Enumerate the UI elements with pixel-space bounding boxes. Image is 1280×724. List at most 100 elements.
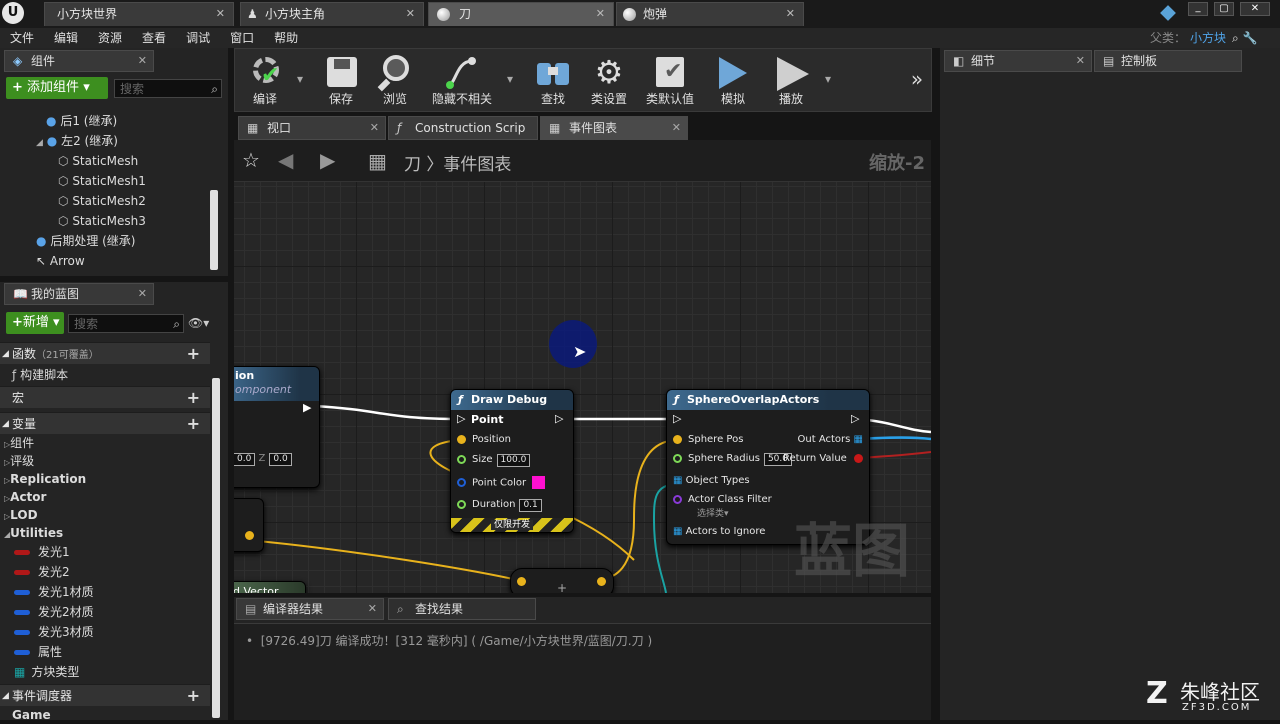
menu-edit[interactable]: 编辑 [44, 28, 88, 48]
eye-icon[interactable]: 👁▾ [188, 316, 209, 330]
play-options-dropdown[interactable]: ▾ [821, 49, 835, 111]
variable-item[interactable]: ▦ 方块类型 [0, 662, 210, 682]
point-color-pin[interactable]: Point Color [457, 476, 546, 489]
close-icon[interactable]: ✕ [216, 3, 225, 25]
actors-to-ignore-pin[interactable]: ▦ Actors to Ignore [673, 526, 765, 537]
size-input[interactable]: 100.0 [496, 454, 531, 467]
menu-window[interactable]: 窗口 [220, 28, 264, 48]
simulate-button[interactable]: 模拟 [705, 49, 761, 111]
blueprint-scrollbar[interactable] [212, 378, 220, 718]
components-scrollbar[interactable] [210, 190, 218, 270]
event-graph-canvas[interactable]: ☆ ◀ ▶ ▦ 刀 〉事件图表 缩放-2 ion omponent ▶ 0.0 Z… [234, 140, 931, 593]
exec-in-pin[interactable]: ▷ [673, 412, 681, 425]
x-value-input[interactable]: 0.0 [234, 453, 256, 466]
blueprint-search-input[interactable]: 搜索 ⌕ [68, 314, 184, 333]
collapse-arrow-icon[interactable]: ◢ [2, 685, 9, 707]
tree-item[interactable]: ⬡ StaticMesh3 [4, 211, 210, 231]
exec-out-pin[interactable]: ▶ [303, 401, 311, 414]
menu-view[interactable]: 查看 [132, 28, 176, 48]
menu-help[interactable]: 帮助 [264, 28, 308, 48]
select-class-dropdown[interactable]: 选择类▾ [697, 506, 729, 519]
actor-class-filter-pin[interactable]: Actor Class Filter [673, 494, 772, 505]
dispatcher-category[interactable]: Game [0, 706, 210, 724]
hide-unrelated-dropdown[interactable]: ▾ [503, 49, 517, 111]
close-icon[interactable]: ✕ [596, 3, 605, 25]
duration-input[interactable]: 0.1 [519, 499, 542, 512]
expand-arrow-icon[interactable]: ◢ [36, 138, 43, 148]
category-rating[interactable]: ▷评级 [0, 452, 210, 470]
z-value-input[interactable]: 0.0 [269, 453, 292, 466]
partial-make-vector-node[interactable]: d Vector [234, 581, 306, 593]
compile-options-dropdown[interactable]: ▾ [293, 49, 307, 111]
tab-find-results[interactable]: ⌕ 查找结果 [388, 598, 536, 620]
variable-item[interactable]: 发光1 [0, 542, 210, 562]
tree-item[interactable]: ● 后期处理 (继承) [4, 231, 210, 251]
exec-in-pin[interactable]: ▷ [457, 412, 465, 425]
add-variable-button[interactable]: + [187, 413, 200, 435]
doc-tab-shell[interactable]: 炮弹 ✕ [616, 2, 804, 26]
class-defaults-button[interactable]: ✔ 类默认值 [639, 49, 701, 111]
tab-details[interactable]: ◧ 细节 ✕ [944, 50, 1092, 72]
color-swatch[interactable] [532, 476, 546, 489]
play-button[interactable]: 播放 [765, 49, 817, 111]
vector-out-pin[interactable] [245, 531, 254, 540]
browse-button[interactable]: 浏览 [369, 49, 421, 111]
exec-out-pin[interactable]: ▷ [851, 412, 859, 425]
doc-tab-knife[interactable]: 刀 ✕ [428, 2, 614, 26]
maximize-button[interactable]: ▢ [1214, 2, 1234, 16]
tab-my-blueprint[interactable]: 📖 我的蓝图 ✕ [4, 283, 154, 305]
variable-item[interactable]: 发光1材质 [0, 582, 210, 602]
compile-button[interactable]: ✔ 编译 [237, 49, 293, 111]
position-pin[interactable]: Position [457, 434, 511, 445]
minimize-button[interactable]: _ [1188, 2, 1208, 16]
doc-tab-hero[interactable]: ♟ 小方块主角 ✕ [240, 2, 424, 26]
doc-tab-world[interactable]: 小方块世界 ✕ [44, 2, 234, 26]
tab-components[interactable]: ◈ 组件 ✕ [4, 50, 154, 72]
variable-item[interactable]: 属性 [0, 642, 210, 662]
menu-asset[interactable]: 资源 [88, 28, 132, 48]
out-actors-pin[interactable]: Out Actors ▦ [798, 434, 863, 445]
search-icon[interactable]: ⌕ [1230, 28, 1241, 48]
return-value-pin[interactable]: Return Value [783, 453, 863, 464]
collapse-arrow-icon[interactable]: ◢ [2, 413, 9, 435]
close-icon[interactable]: ✕ [138, 51, 147, 71]
close-icon[interactable]: ✕ [786, 3, 795, 25]
partial-vector-node[interactable] [234, 498, 264, 552]
category-actor[interactable]: ▷Actor [0, 488, 210, 506]
close-icon[interactable]: ✕ [672, 117, 681, 139]
exec-out-pin[interactable]: ▷ [555, 412, 563, 425]
collapse-arrow-icon[interactable]: ◢ [2, 343, 9, 365]
component-search-input[interactable]: 搜索 ⌕ [114, 79, 222, 98]
variables-section[interactable]: ◢ 变量 + [0, 412, 210, 434]
functions-section[interactable]: ◢ 函数（21可覆盖） + [0, 342, 210, 364]
close-icon[interactable]: ✕ [1076, 51, 1085, 71]
tab-event-graph[interactable]: ▦ 事件图表 ✕ [540, 116, 688, 140]
close-icon[interactable]: ✕ [138, 284, 147, 304]
log-line[interactable]: • [9726.49]刀 编译成功！[312 毫秒内] ( /Game/小方块世… [234, 624, 931, 649]
close-icon[interactable]: ✕ [370, 117, 379, 139]
hide-unrelated-button[interactable]: 隐藏不相关 [425, 49, 499, 111]
marketplace-icon[interactable] [1160, 5, 1176, 21]
parent-class-link[interactable]: 小方块 [1186, 28, 1230, 48]
variable-item[interactable]: 发光2材质 [0, 602, 210, 622]
construct-script-item[interactable]: ƒ 构建脚本 [0, 364, 210, 386]
tab-palette[interactable]: ▤ 控制板 [1094, 50, 1242, 72]
dispatchers-section[interactable]: ◢ 事件调度器 + [0, 684, 210, 706]
location-pin[interactable]: 0.0 Z 0.0 [234, 453, 292, 466]
object-types-pin[interactable]: ▦ Object Types [673, 475, 750, 486]
tree-item[interactable]: ◢ ● 左2 (继承) [4, 131, 210, 151]
category-replication[interactable]: ▷Replication [0, 470, 210, 488]
category-utilities[interactable]: ◢Utilities [0, 524, 210, 542]
sphere-radius-pin[interactable]: Sphere Radius 50.0 [673, 453, 792, 466]
save-button[interactable]: 保存 [315, 49, 367, 111]
category-lod[interactable]: ▷LOD [0, 506, 210, 524]
sphere-pos-pin[interactable]: Sphere Pos [673, 434, 743, 445]
tab-compiler-results[interactable]: ▤ 编译器结果 ✕ [236, 598, 384, 620]
add-vector-node[interactable]: + [510, 568, 614, 593]
close-icon[interactable]: ✕ [368, 599, 377, 619]
input-pin[interactable] [517, 577, 526, 586]
tree-item[interactable]: ⬡ StaticMesh1 [4, 171, 210, 191]
find-button[interactable]: 查找 [527, 49, 579, 111]
tree-item[interactable]: ● 后1 (继承) [4, 111, 210, 131]
menu-debug[interactable]: 调试 [176, 28, 220, 48]
